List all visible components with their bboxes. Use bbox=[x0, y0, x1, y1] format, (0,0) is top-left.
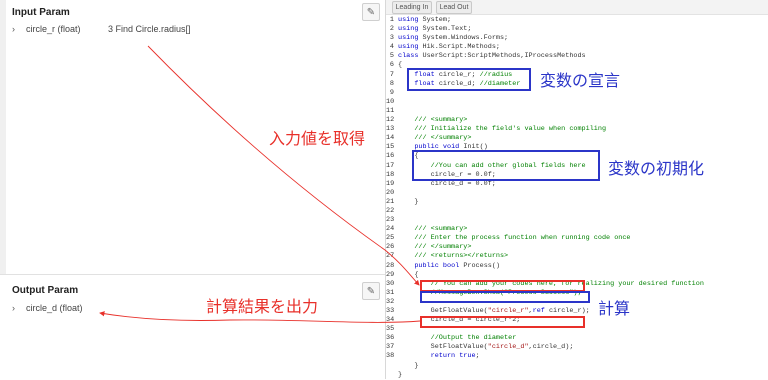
annotation-arrows bbox=[99, 45, 421, 323]
